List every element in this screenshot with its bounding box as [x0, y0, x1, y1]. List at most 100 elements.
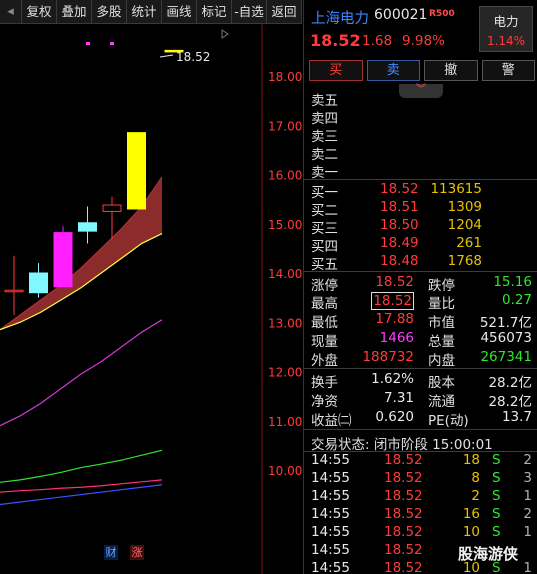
- tick-time: 14:55: [311, 506, 350, 522]
- stat-label: 内盘: [428, 353, 455, 369]
- tick-row: 14:55 18.52 8 S 3: [304, 470, 537, 488]
- toolbar-fuquan-button[interactable]: 复权: [22, 0, 57, 24]
- volume-ratio-value: 0.27: [501, 292, 532, 308]
- stat-label: 量比: [428, 296, 455, 312]
- chart-toolbar: ◂ 复权 叠加 多股 统计 画线 标记 -自选 返回: [0, 0, 302, 24]
- buy-level-price: 18.48: [380, 253, 419, 269]
- quote-panel: 上海电力 600021 R500 18.52 1.68 9.98% 电力 1.1…: [303, 0, 537, 574]
- high-value: 18.52: [371, 292, 414, 310]
- tick-volume: 10: [462, 524, 480, 540]
- toolbar-fanhui-button[interactable]: 返回: [267, 0, 302, 24]
- toolbar-duogu-button[interactable]: 多股: [92, 0, 127, 24]
- toolbar-biaoji-button[interactable]: 标记: [197, 0, 232, 24]
- current-volume-value: 1466: [379, 330, 414, 346]
- stat-row: 现量 1466 总量 456073: [304, 330, 537, 350]
- high-price-leader: [159, 54, 174, 58]
- stat-label: 市值: [428, 315, 455, 331]
- candle-body: [53, 232, 73, 288]
- sell-level-label: 卖三: [311, 129, 338, 145]
- buy-level-1: 买一 18.52 113615: [304, 181, 537, 201]
- sell-level-label: 卖二: [311, 147, 338, 163]
- scroll-left-icon[interactable]: ◂: [0, 0, 22, 24]
- limit-down-value: 15.16: [493, 274, 532, 290]
- buy-level-price: 18.51: [380, 199, 419, 215]
- divider: [304, 179, 537, 180]
- buy-level-2: 买二 18.51 1309: [304, 199, 537, 219]
- tick-time: 14:55: [311, 470, 350, 486]
- total-volume-value: 456073: [480, 330, 532, 346]
- last-price: 18.52: [310, 31, 361, 50]
- tick-direction: S: [492, 524, 501, 540]
- buy-button[interactable]: 买: [309, 60, 363, 81]
- stat-row: 涨停 18.52 跌停 15.16: [304, 274, 537, 294]
- tick-count: 1: [523, 560, 532, 574]
- divider: [304, 368, 537, 369]
- stat-label: 总量: [428, 334, 455, 350]
- float-shares-value: 28.2亿: [488, 394, 532, 410]
- stat-row: 收益㈡ 0.620 PE(动) 13.7: [304, 409, 537, 429]
- sell-button[interactable]: 卖: [366, 60, 420, 81]
- tick-direction: S: [492, 452, 501, 468]
- trade-status: 交易状态: 闭市阶段 15:00:01: [311, 437, 493, 453]
- sell-level-3: 卖三: [304, 125, 537, 145]
- price-change-pct: 9.98%: [402, 33, 445, 49]
- share-capital-value: 28.2亿: [488, 375, 532, 391]
- stat-label: 净资: [311, 394, 338, 410]
- watermark: 股海游侠: [458, 545, 519, 563]
- zhang-marker[interactable]: 涨: [130, 545, 144, 560]
- buy-level-vol: 1768: [447, 253, 482, 269]
- price-axis-label: 16.00: [268, 169, 302, 183]
- stat-label: 股本: [428, 375, 455, 391]
- ma-green-line: [0, 449, 163, 483]
- stat-label: 最低: [311, 315, 338, 331]
- stock-tag: R500: [429, 9, 455, 19]
- cancel-order-button[interactable]: 撤: [424, 60, 478, 81]
- inner-volume-value: 267341: [480, 349, 532, 365]
- buy-level-3: 买三 18.50 1204: [304, 217, 537, 237]
- sell-level-label: 卖一: [311, 165, 338, 181]
- cai-marker[interactable]: 财: [104, 545, 118, 560]
- stat-row: 最低 17.88 市值 521.7亿: [304, 311, 537, 331]
- price-axis-label: 15.00: [268, 218, 302, 232]
- tick-count: 2: [523, 506, 532, 522]
- candle-body: [29, 272, 48, 294]
- sell-level-label: 卖四: [311, 111, 338, 127]
- price-axis-label: 12.00: [268, 366, 302, 380]
- net-assets-value: 7.31: [383, 390, 414, 406]
- trade-buttons: 买 卖 撤 警: [309, 60, 535, 82]
- tick-price: 18.52: [384, 470, 423, 486]
- sell-level-4: 卖四: [304, 107, 537, 127]
- alert-button[interactable]: 警: [481, 60, 535, 81]
- kline-chart[interactable]: 18.00 17.00 16.00 15.00 14.00 13.00 12.00 11.00…: [0, 24, 302, 574]
- stat-row: 最高 18.52 量比 0.27: [304, 292, 537, 312]
- candle-body: [127, 132, 146, 210]
- divider: [304, 429, 537, 430]
- stat-label: 跌停: [428, 278, 455, 294]
- toolbar-zixuan-button[interactable]: -自选: [232, 0, 267, 24]
- tick-volume: 8: [471, 470, 480, 486]
- sector-pct: 1.14%: [486, 34, 526, 48]
- toolbar-tongji-button[interactable]: 统计: [127, 0, 162, 24]
- tick-row: 14:55 18.52 16 S 2: [304, 506, 537, 524]
- buy-level-label: 买三: [311, 221, 338, 237]
- buy-level-4: 买四 18.49 261: [304, 235, 537, 255]
- tick-row: 14:55 18.52 10 S 1: [304, 524, 537, 542]
- pe-value: 13.7: [501, 409, 532, 425]
- buy-level-vol: 1309: [447, 199, 482, 215]
- toolbar-huaxian-button[interactable]: 画线: [162, 0, 197, 24]
- sector-box[interactable]: 电力 1.14%: [479, 6, 533, 52]
- chart-settings-icon[interactable]: [221, 29, 229, 39]
- stock-name[interactable]: 上海电力: [311, 7, 369, 28]
- tick-volume: 18: [462, 452, 480, 468]
- stat-label: 现量: [311, 334, 338, 350]
- low-value: 17.88: [375, 311, 414, 327]
- marker-dot: [110, 42, 114, 45]
- stat-label: 流通: [428, 394, 455, 410]
- stat-label: 收益㈡: [311, 413, 352, 429]
- tick-count: 1: [523, 524, 532, 540]
- outer-volume-value: 188732: [362, 349, 414, 365]
- buy-level-price: 18.49: [380, 235, 419, 251]
- buy-level-label: 买四: [311, 239, 338, 255]
- ma-pink-line: [0, 479, 163, 493]
- toolbar-diejia-button[interactable]: 叠加: [57, 0, 92, 24]
